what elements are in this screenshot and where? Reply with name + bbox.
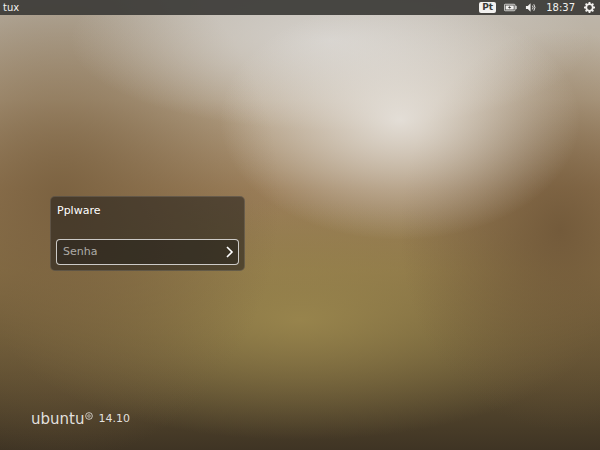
ubuntu-logo-icon <box>85 412 93 420</box>
brand-name: ubuntu <box>31 410 84 428</box>
top-bar: tux Pt 18:37 <box>0 0 600 15</box>
clock[interactable]: 18:37 <box>546 0 575 15</box>
greeter-area: Pplware <box>0 15 600 410</box>
indicators: Pt 18:37 <box>479 0 596 15</box>
branding: ubuntu 14.10 <box>0 410 600 450</box>
version: 14.10 <box>98 410 130 428</box>
battery-icon[interactable] <box>504 2 517 13</box>
login-box: Pplware <box>50 196 245 271</box>
user-name[interactable]: Pplware <box>56 204 239 218</box>
volume-icon[interactable] <box>525 2 538 13</box>
login-screen: tux Pt 18:37 <box>0 0 600 450</box>
keyboard-indicator[interactable]: Pt <box>479 2 496 13</box>
password-input[interactable] <box>61 241 224 264</box>
gear-icon[interactable] <box>583 2 596 13</box>
password-field <box>56 239 239 265</box>
host-name: tux <box>3 0 19 15</box>
arrow-icon[interactable] <box>224 245 234 259</box>
